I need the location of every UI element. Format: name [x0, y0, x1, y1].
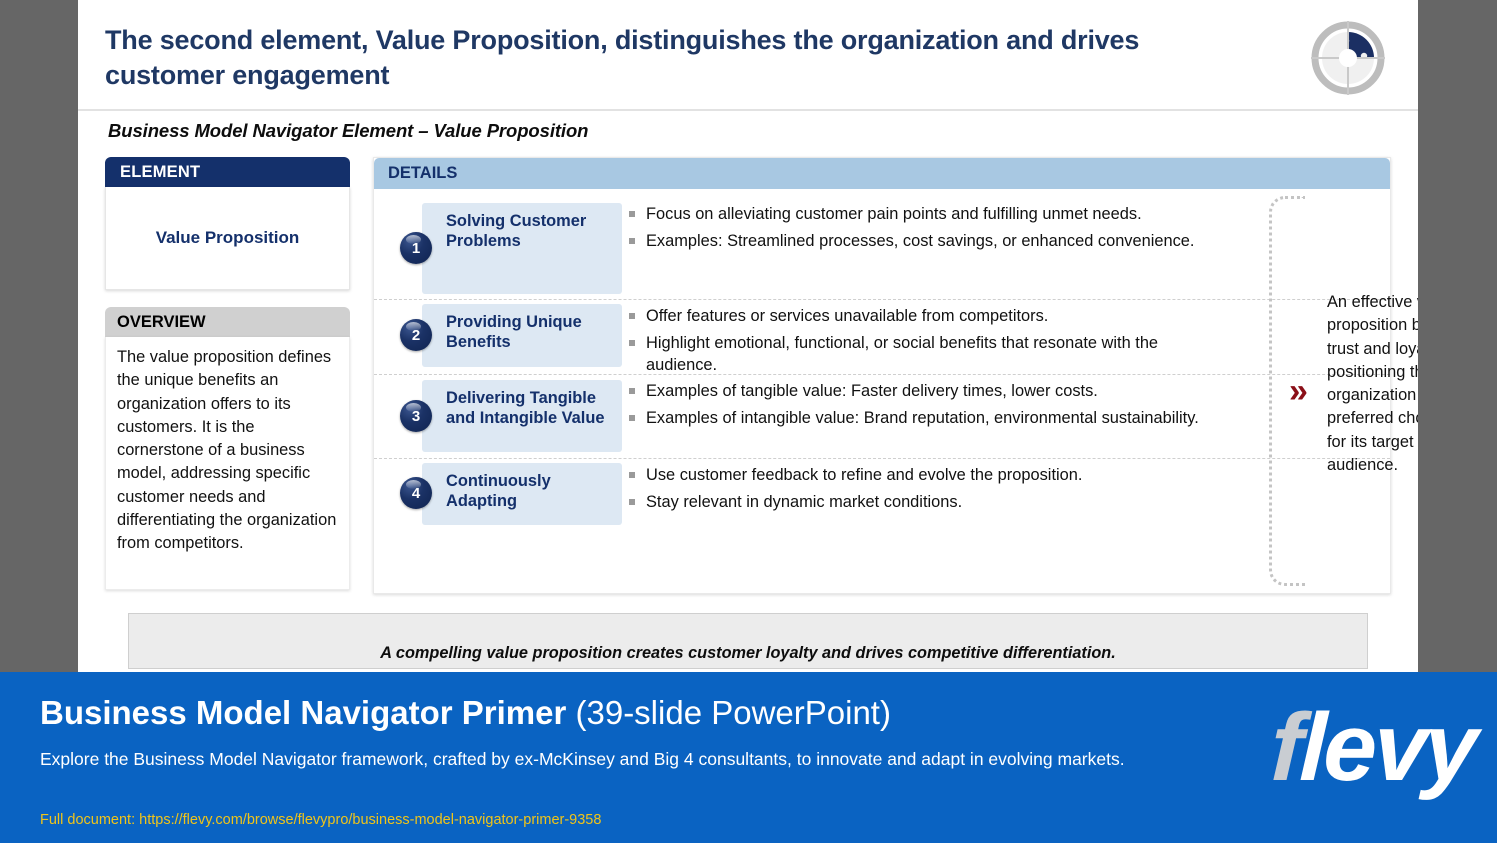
step-badge-wrap: Solving Customer Problems 1	[400, 198, 622, 299]
overview-card: The value proposition defines the unique…	[105, 337, 350, 590]
bullet-list: Focus on alleviating customer pain point…	[516, 198, 1390, 258]
banner-title: Business Model Navigator Primer (39-slid…	[40, 694, 891, 732]
bullet-item: Focus on alleviating customer pain point…	[629, 204, 1226, 226]
bullet-list: Use customer feedback to refine and evol…	[516, 459, 1390, 519]
bullet-item: Highlight emotional, functional, or soci…	[629, 333, 1226, 377]
step-badge-wrap: Continuously Adapting 4	[400, 459, 622, 532]
overview-panel-header: OVERVIEW	[105, 307, 350, 337]
element-panel: ELEMENT Value Proposition OVERVIEW The v…	[105, 157, 350, 594]
step-label: Providing Unique Benefits	[422, 304, 622, 367]
footnote-text: A compelling value proposition creates c…	[380, 643, 1116, 662]
overview-text: The value proposition defines the unique…	[117, 348, 337, 553]
banner-description: Explore the Business Model Navigator fra…	[40, 749, 1125, 769]
details-panel: DETAILS Solving Customer Problems 1 Focu…	[373, 157, 1418, 594]
details-row: Solving Customer Problems 1 Focus on all…	[374, 198, 1390, 299]
step-number-badge: 2	[400, 319, 432, 351]
details-rows: Solving Customer Problems 1 Focus on all…	[374, 189, 1390, 532]
banner-title-bold: Business Model Navigator Primer	[40, 694, 567, 731]
step-label: Solving Customer Problems	[422, 203, 622, 294]
step-badge-wrap: Delivering Tangible and Intangible Value…	[400, 375, 622, 458]
bullet-item: Examples: Streamlined processes, cost sa…	[629, 231, 1226, 253]
title-block: The second element, Value Proposition, d…	[78, 0, 1418, 111]
element-card: Value Proposition	[105, 187, 350, 290]
promo-banner: Business Model Navigator Primer (39-slid…	[0, 672, 1497, 843]
element-panel-header: ELEMENT	[105, 157, 350, 187]
step-label: Delivering Tangible and Intangible Value	[422, 380, 622, 452]
bullet-item: Examples of intangible value: Brand repu…	[629, 408, 1226, 430]
bullet-list: Examples of tangible value: Faster deliv…	[516, 375, 1390, 435]
bullet-item: Stay relevant in dynamic market conditio…	[629, 492, 1226, 514]
step-number-badge: 3	[400, 400, 432, 432]
flevy-logo[interactable]: flevy	[1269, 694, 1477, 801]
step-number-badge: 4	[400, 477, 432, 509]
step-number-badge: 1	[400, 232, 432, 264]
bullet-list: Offer features or services unavailable f…	[516, 300, 1390, 381]
details-panel-header: DETAILS	[374, 158, 1390, 189]
element-name: Value Proposition	[155, 228, 300, 247]
step-badge-wrap: Providing Unique Benefits 2	[400, 300, 622, 374]
banner-title-rest: (39-slide PowerPoint)	[566, 694, 891, 731]
puzzle-donut-logo-icon	[1311, 21, 1385, 95]
callout-text: An effective value proposition builds tr…	[1327, 293, 1418, 475]
page-title: The second element, Value Proposition, d…	[105, 25, 1140, 90]
details-row: Providing Unique Benefits 2 Offer featur…	[374, 299, 1390, 374]
details-row: Delivering Tangible and Intangible Value…	[374, 374, 1390, 458]
bullet-item: Offer features or services unavailable f…	[629, 306, 1226, 328]
section-subtitle: Business Model Navigator Element – Value…	[108, 120, 589, 141]
callout-block: » An effective value proposition builds …	[1269, 196, 1418, 586]
flevy-logo-f: f	[1269, 694, 1303, 801]
slide-canvas: The second element, Value Proposition, d…	[78, 0, 1418, 672]
details-row: Continuously Adapting 4 Use customer fee…	[374, 458, 1390, 532]
flevy-logo-rest: levy	[1298, 694, 1477, 801]
banner-link[interactable]: Full document: https://flevy.com/browse/…	[40, 812, 601, 828]
step-label: Continuously Adapting	[422, 463, 622, 525]
double-chevron-right-icon: »	[1289, 372, 1308, 410]
footnote-box: A compelling value proposition creates c…	[128, 613, 1368, 669]
bullet-item: Examples of tangible value: Faster deliv…	[629, 381, 1226, 403]
bullet-item: Use customer feedback to refine and evol…	[629, 465, 1226, 487]
